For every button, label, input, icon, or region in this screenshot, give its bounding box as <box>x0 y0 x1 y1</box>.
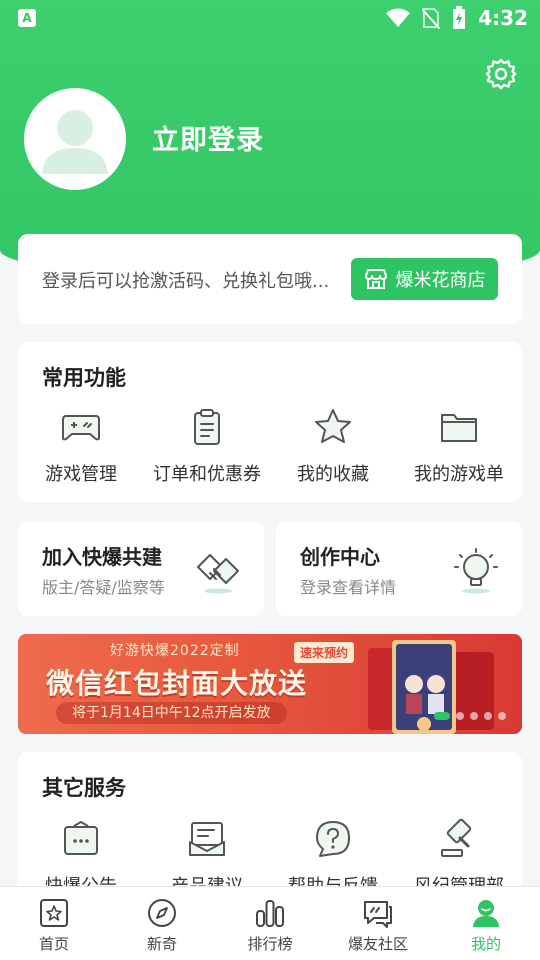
star-icon <box>315 409 351 443</box>
tab-home[interactable]: 首页 <box>0 887 108 960</box>
settings-gear-icon[interactable] <box>484 57 518 91</box>
login-tip: 登录后可以抢激活码、兑换礼包哦... <box>42 271 330 292</box>
help-icon <box>316 821 350 857</box>
banner-dot[interactable] <box>456 712 464 720</box>
default-avatar-icon <box>42 110 108 174</box>
home-icon <box>40 899 68 927</box>
join-title: 加入快爆共建 <box>42 545 162 569</box>
gamepad-icon <box>62 415 100 441</box>
feature-game-management[interactable]: 游戏管理 <box>18 406 144 486</box>
other-title: 其它服务 <box>42 776 126 800</box>
status-icons: 4:32 <box>386 6 528 30</box>
banner-dot[interactable] <box>434 712 450 720</box>
features-title: 常用功能 <box>42 366 126 390</box>
clipboard-icon <box>194 409 220 445</box>
feature-favorites[interactable]: 我的收藏 <box>270 406 396 486</box>
banner-dot[interactable] <box>498 712 506 720</box>
feature-label: 游戏管理 <box>45 464 117 485</box>
join-subtitle: 版主/答疑/监察等 <box>42 578 165 597</box>
shop-icon <box>364 269 387 289</box>
profile-icon <box>473 900 499 927</box>
login-label[interactable]: 立即登录 <box>152 118 264 157</box>
banner-sub-text: 将于1月14日中午12点开启发放 <box>56 702 287 724</box>
announcement-icon <box>64 821 98 855</box>
tab-label: 新奇 <box>146 935 177 953</box>
feature-orders-coupons[interactable]: 订单和优惠券 <box>144 406 270 486</box>
tab-label: 爆友社区 <box>347 935 408 953</box>
ranking-icon <box>256 900 284 927</box>
features-card: 常用功能 游戏管理 订单和优惠券 我的收藏 我的游戏单 <box>18 342 522 502</box>
tab-label: 排行榜 <box>247 935 293 953</box>
feature-label: 订单和优惠券 <box>153 464 261 485</box>
feature-label: 我的收藏 <box>297 464 369 485</box>
banner-tag: 速来预约 <box>294 642 355 663</box>
create-title: 创作中心 <box>300 545 380 569</box>
folder-icon <box>441 414 477 442</box>
tab-discover[interactable]: 新奇 <box>108 887 216 960</box>
no-sim-icon <box>422 8 441 29</box>
suggestion-icon <box>189 822 225 856</box>
tab-label: 首页 <box>38 935 69 953</box>
tab-ranking[interactable]: 排行榜 <box>216 887 324 960</box>
features-grid: 游戏管理 订单和优惠券 我的收藏 我的游戏单 <box>18 406 522 486</box>
handshake-icon <box>197 554 239 594</box>
app-notification-icon: A <box>18 9 36 27</box>
avatar[interactable] <box>24 88 126 190</box>
bottom-tab-bar: 首页 新奇 排行榜 爆友社区 我的 <box>0 886 540 960</box>
banner-top-text: 好游快爆2022定制 <box>110 643 240 659</box>
feature-game-list[interactable]: 我的游戏单 <box>396 406 522 486</box>
battery-charging-icon <box>453 6 466 29</box>
shop-button-label: 爆米花商店 <box>395 270 486 291</box>
wifi-icon <box>386 8 411 27</box>
compass-icon <box>148 899 176 927</box>
banner-main-text: 微信红包封面大放送 <box>46 667 308 700</box>
community-icon <box>364 901 392 928</box>
feature-label: 我的游戏单 <box>414 464 504 485</box>
popcorn-shop-button[interactable]: 爆米花商店 <box>351 258 498 300</box>
status-bar: A 4:32 <box>0 0 540 36</box>
tab-label: 我的 <box>470 935 501 953</box>
status-time: 4:32 <box>478 6 528 30</box>
lightbulb-icon <box>454 548 498 594</box>
promo-banner[interactable]: 好游快爆2022定制 速来预约 微信红包封面大放送 将于1月14日中午12点开启… <box>18 634 522 734</box>
tab-community[interactable]: 爆友社区 <box>324 887 432 960</box>
banner-dot[interactable] <box>484 712 492 720</box>
banner-dot[interactable] <box>470 712 478 720</box>
creation-center-card[interactable]: 创作中心 登录查看详情 <box>276 521 522 616</box>
login-card: 登录后可以抢激活码、兑换礼包哦... 爆米花商店 <box>18 234 522 324</box>
tab-profile[interactable]: 我的 <box>432 887 540 960</box>
join-co-build-card[interactable]: 加入快爆共建 版主/答疑/监察等 <box>18 521 264 616</box>
banner-pagination <box>434 712 506 720</box>
gavel-icon <box>441 818 472 857</box>
create-subtitle: 登录查看详情 <box>300 578 397 597</box>
